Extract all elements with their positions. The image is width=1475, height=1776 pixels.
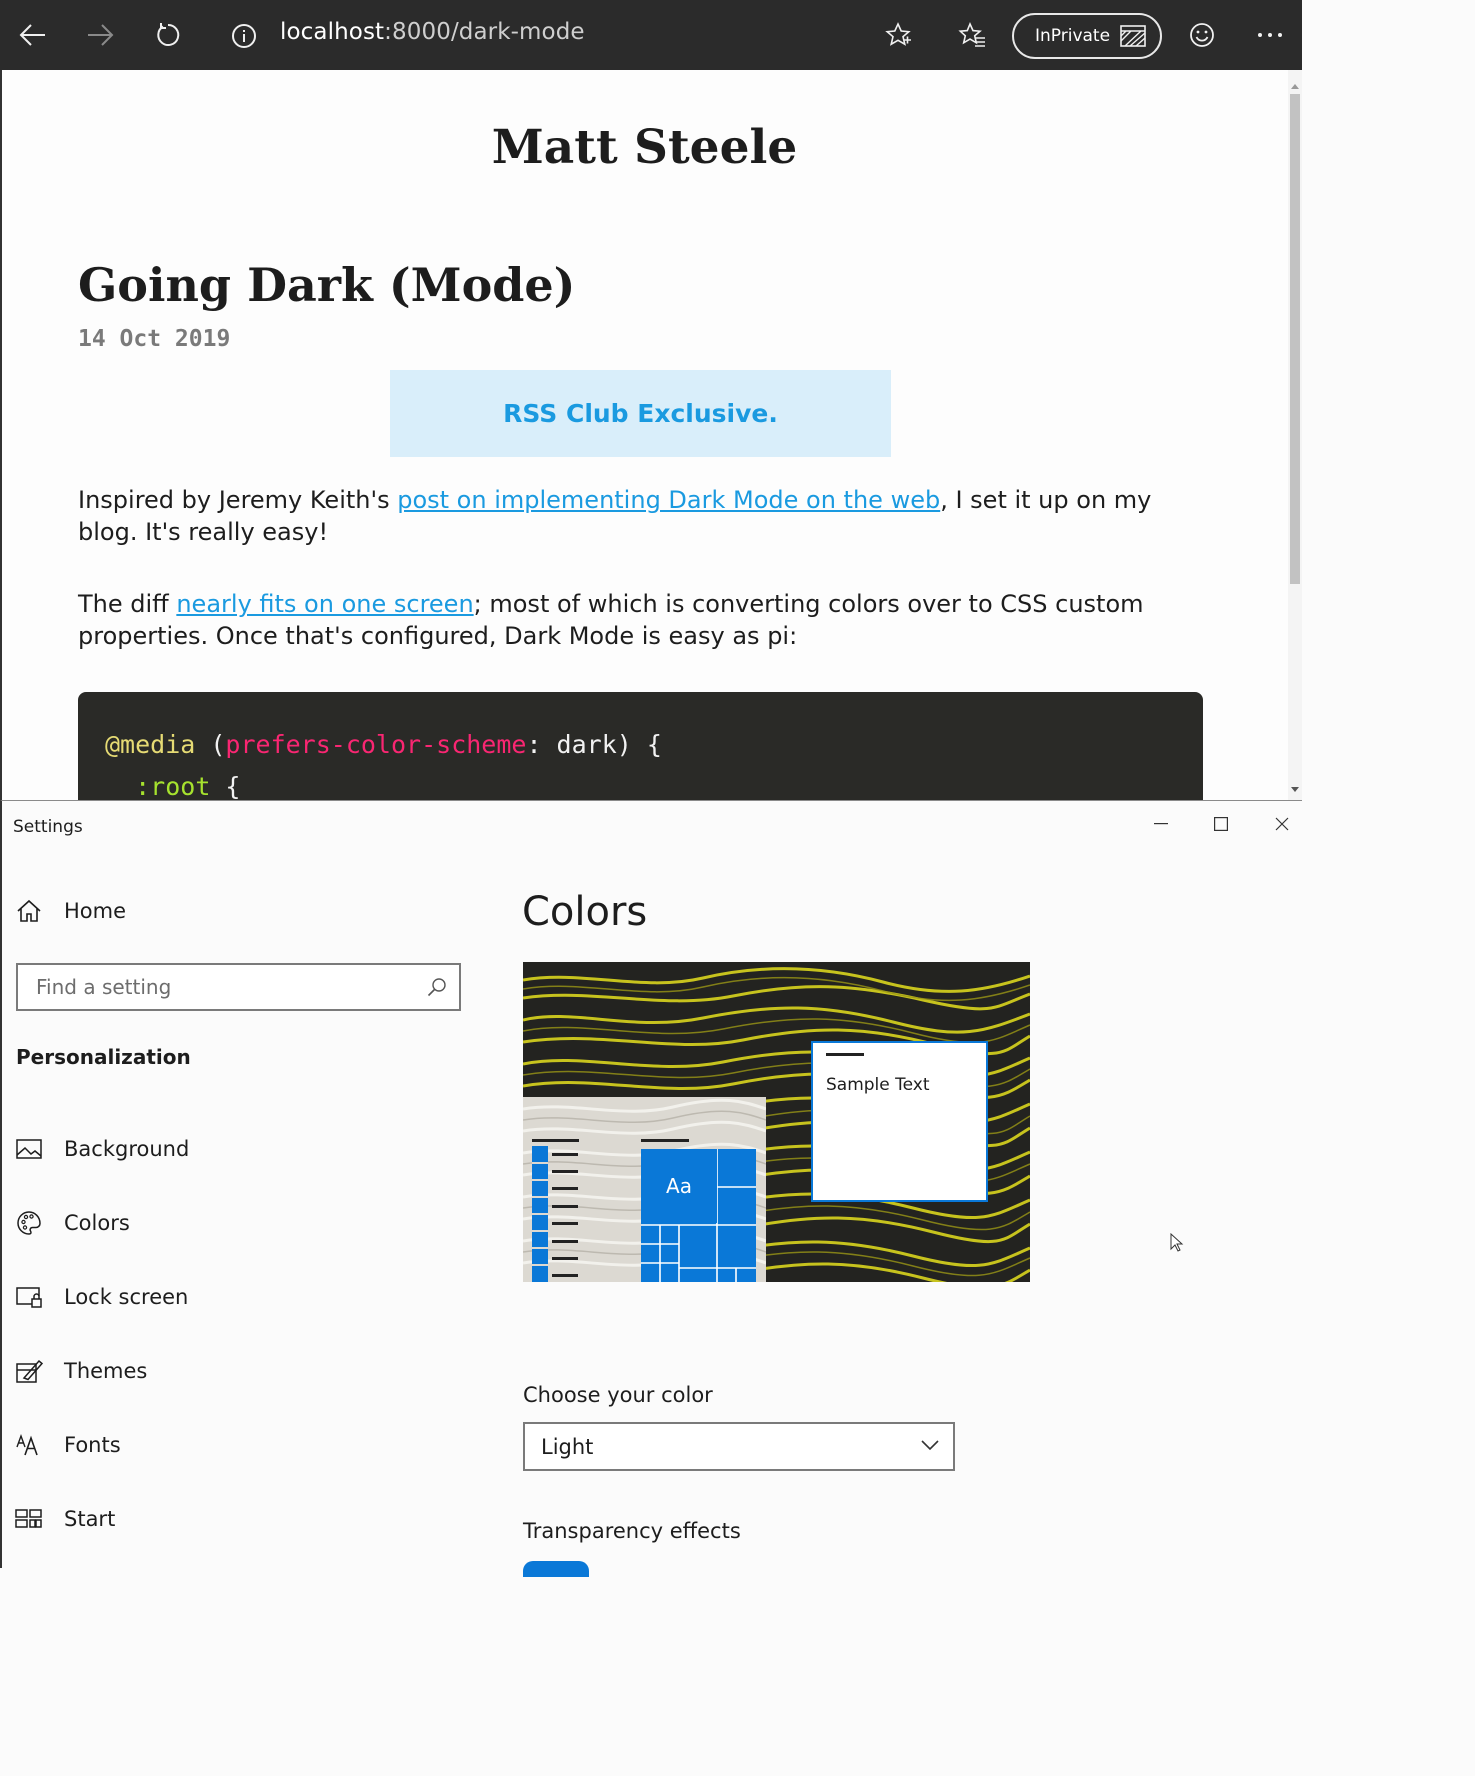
lock-screen-icon [14, 1282, 44, 1312]
sidebar-item-label: Fonts [64, 1433, 121, 1457]
maximize-icon [1214, 817, 1228, 831]
fonts-icon [14, 1430, 44, 1460]
chevron-down-icon [921, 1440, 939, 1451]
code-block: @media (prefers-color-scheme: dark) { :r… [78, 692, 1203, 800]
jeremy-keith-post-link[interactable]: post on implementing Dark Mode on the we… [397, 486, 940, 514]
paragraph-2: The diff nearly fits on one screen; most… [78, 588, 1203, 652]
scroll-down-arrow[interactable] [1291, 787, 1299, 792]
paragraph-2-text-start: The diff [78, 590, 177, 618]
sidebar-item-lock-screen[interactable]: Lock screen [14, 1282, 188, 1312]
code-media-keyword: @media [105, 730, 196, 759]
preview-tile-aa: Aa [641, 1149, 717, 1223]
sidebar-item-label: Start [64, 1507, 116, 1531]
sidebar-item-label: Colors [64, 1211, 130, 1235]
favorite-star-icon [885, 22, 911, 46]
transparency-effects-label: Transparency effects [523, 1519, 741, 1543]
search-icon[interactable] [427, 977, 447, 997]
minimize-icon [1154, 823, 1168, 825]
scroll-up-arrow[interactable] [1291, 84, 1299, 89]
choose-color-label: Choose your color [523, 1383, 713, 1407]
find-setting-search[interactable] [16, 963, 461, 1011]
page-title: Colors [522, 889, 648, 935]
nav-home[interactable]: Home [16, 899, 126, 923]
sidebar-item-colors[interactable]: Colors [14, 1208, 130, 1238]
more-button[interactable] [1247, 12, 1293, 58]
browser-toolbar: localhost:8000/dark-mode InPrivate [0, 0, 1302, 70]
site-info-button[interactable] [230, 22, 258, 50]
picture-icon [14, 1134, 44, 1164]
code-line1-rest: : dark) { [526, 730, 662, 759]
color-preview: Aa Sample Text [523, 962, 1030, 1282]
paragraph-1: Inspired by Jeremy Keith's post on imple… [78, 484, 1203, 548]
page-scrollbar[interactable] [1288, 70, 1302, 800]
refresh-button[interactable] [145, 12, 191, 58]
window-title: Settings [13, 817, 83, 837]
inprivate-icon [1120, 25, 1146, 47]
code-root-selector: :root [135, 772, 211, 800]
palette-icon [14, 1208, 44, 1238]
post-date: 14 Oct 2019 [78, 326, 231, 352]
nav-home-label: Home [64, 899, 127, 923]
minimize-button[interactable] [1146, 811, 1176, 837]
rss-banner: RSS Club Exclusive. [390, 370, 891, 457]
info-icon [232, 24, 256, 48]
sidebar-item-label: Lock screen [64, 1285, 189, 1309]
choose-color-value: Light [541, 1434, 594, 1459]
refresh-icon [157, 23, 180, 46]
sidebar-item-label: Background [64, 1137, 190, 1161]
forward-button[interactable] [77, 12, 123, 58]
more-icon [1258, 33, 1282, 37]
favorites-list-icon [958, 21, 985, 47]
maximize-button[interactable] [1206, 811, 1236, 837]
choose-color-dropdown[interactable]: Light [523, 1422, 955, 1471]
code-media-feature: prefers-color-scheme [225, 730, 527, 759]
site-title[interactable]: Matt Steele [2, 120, 1287, 175]
paragraph-1-text-start: Inspired by Jeremy Keith's [78, 486, 398, 514]
inprivate-badge[interactable]: InPrivate [1012, 13, 1162, 59]
sidebar-item-label: Themes [64, 1359, 148, 1383]
smiley-icon [1190, 23, 1214, 47]
themes-icon [14, 1356, 44, 1386]
rss-banner-text: RSS Club Exclusive. [503, 399, 778, 428]
back-button[interactable] [10, 12, 56, 58]
transparency-toggle[interactable] [523, 1561, 589, 1577]
sample-text: Sample Text [826, 1075, 930, 1095]
web-page: Matt Steele Going Dark (Mode) 14 Oct 201… [0, 70, 1302, 800]
url-host: localhost [280, 19, 385, 45]
back-arrow-icon [19, 24, 45, 46]
scrollbar-thumb[interactable] [1290, 94, 1300, 584]
inprivate-label: InPrivate [1035, 26, 1111, 46]
sample-window-preview: Sample Text [811, 1041, 988, 1202]
code-open-paren: ( [195, 730, 226, 759]
feedback-button[interactable] [1179, 12, 1225, 58]
mouse-cursor-icon [1170, 1233, 1184, 1252]
settings-window: Settings Home Personalization Background… [0, 800, 1302, 1577]
sample-window-titlebar [826, 1053, 864, 1056]
close-icon [1275, 817, 1289, 831]
section-heading: Personalization [16, 1045, 191, 1069]
favorites-button[interactable] [949, 12, 995, 58]
add-favorite-button[interactable] [875, 12, 921, 58]
code-line2-rest: { [210, 772, 241, 800]
sidebar-item-themes[interactable]: Themes [14, 1356, 147, 1386]
forward-arrow-icon [88, 24, 114, 46]
close-button[interactable] [1267, 811, 1297, 837]
sidebar-item-start[interactable]: Start [14, 1504, 115, 1534]
diff-link[interactable]: nearly fits on one screen [176, 590, 473, 618]
post-title: Going Dark (Mode) [78, 258, 576, 312]
start-menu-preview: Aa [523, 1097, 766, 1282]
start-icon [14, 1504, 44, 1534]
home-icon [17, 899, 41, 922]
sidebar-item-fonts[interactable]: Fonts [14, 1430, 121, 1460]
search-input[interactable] [18, 965, 418, 1009]
address-bar[interactable]: localhost:8000/dark-mode [280, 19, 585, 45]
sidebar-item-background[interactable]: Background [14, 1134, 189, 1164]
url-path: :8000/dark-mode [384, 19, 585, 45]
